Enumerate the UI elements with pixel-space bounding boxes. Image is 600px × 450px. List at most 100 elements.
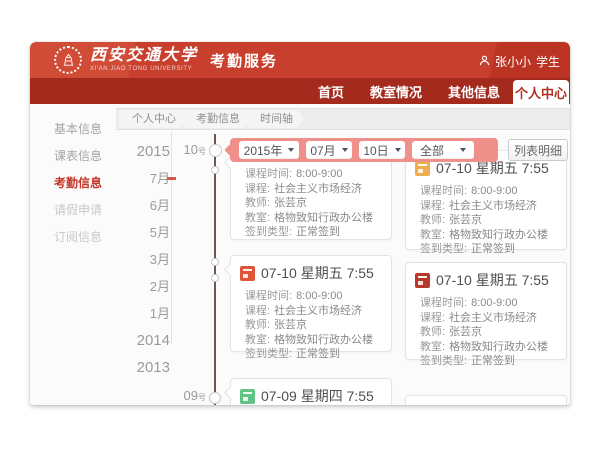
card-field-value: 社会主义市场经济	[274, 183, 362, 195]
breadcrumb: 个人中心考勤信息时间轴	[116, 108, 570, 130]
attendance-card-L3: 07-09 星期四 7:55课程时间:8:00-9:00课程:社会主义市场经济教…	[230, 378, 392, 405]
card-field-row: 课程时间: 8:00-9:00	[245, 167, 383, 182]
timeline-year-item-2[interactable]: 6月	[122, 192, 170, 219]
filter-year-value: 2015年	[244, 142, 283, 159]
sidebar: 基本信息课表信息考勤信息请假申请订阅信息	[30, 116, 116, 251]
filter-day-dropdown[interactable]: 10日	[359, 141, 405, 159]
card-field-row: 教师: 张芸京	[420, 325, 558, 340]
day-marker-suffix: 号	[198, 147, 206, 156]
card-field-label: 教室:	[245, 334, 270, 346]
timeline-axis	[214, 134, 216, 405]
card-field-value: 格物致知行政办公楼	[449, 229, 548, 241]
university-name: 西安交通大学 XI'AN JIAO TONG UNIVERSITY	[90, 48, 198, 72]
card-field-row: 教师:张芸京	[245, 196, 383, 211]
breadcrumb-segment-2[interactable]: 时间轴	[247, 110, 304, 128]
caret-down-icon	[395, 148, 401, 152]
timeline-year-item-5[interactable]: 2月	[122, 273, 170, 300]
attendance-card-R3	[405, 395, 567, 405]
card-field-row: 课程:社会主义市场经济	[420, 199, 558, 214]
card-header: 07-10 星期五 7:55	[231, 256, 391, 286]
card-field-row: 课程时间:8:00-9:00	[245, 289, 383, 304]
nav-link-2[interactable]: 其他信息	[448, 82, 500, 101]
person-icon	[479, 55, 490, 69]
app-window: 西安交通大学 XI'AN JIAO TONG UNIVERSITY 考勤服务 张…	[30, 42, 570, 405]
card-field-label: 教师:	[420, 326, 445, 338]
card-field-value: 社会主义市场经济	[449, 312, 537, 324]
day-marker-number: 09	[184, 388, 198, 403]
content-area: 基本信息课表信息考勤信息请假申请订阅信息 个人中心考勤信息时间轴 20157月6…	[30, 104, 570, 405]
signin-record-icon	[415, 161, 430, 176]
card-field-label: 签到类型:	[420, 243, 467, 255]
timeline-year-item-0[interactable]: 2015	[122, 138, 170, 165]
card-field-row: 签到类型:正常签到	[420, 242, 558, 257]
sidebar-item-3[interactable]: 请假申请	[30, 197, 116, 224]
card-date-label: 07-10 星期五 7:55	[436, 270, 549, 290]
sidebar-item-1[interactable]: 课表信息	[30, 143, 116, 170]
sidebar-item-4[interactable]: 订阅信息	[30, 224, 116, 251]
timeline-year-item-6[interactable]: 1月	[122, 300, 170, 327]
card-field-label: 课程:	[420, 200, 445, 212]
card-field-value: 正常签到	[471, 355, 515, 367]
card-field-label: 课程:	[420, 312, 445, 324]
card-field-value: 社会主义市场经济	[274, 305, 362, 317]
timeline-node-2	[211, 258, 219, 266]
card-field-label: 课程:	[245, 305, 270, 317]
year-rail-line	[171, 132, 172, 344]
card-field-row: 课程时间:8:00-9:00	[420, 184, 558, 199]
card-body: 课程时间:8:00-9:00课程:社会主义市场经济教师:张芸京教室:格物致知行政…	[406, 181, 566, 265]
card-field-value: 8:00-9:00	[296, 168, 342, 180]
user-account[interactable]: 张小小 学生	[479, 53, 560, 70]
card-field-value: 张芸京	[274, 197, 307, 209]
nav-link-1[interactable]: 教室情况	[370, 82, 422, 101]
filter-scope-value: 全部	[420, 142, 444, 159]
university-name-cn: 西安交通大学	[90, 48, 198, 64]
card-field-label: 教室:	[420, 229, 445, 241]
card-field-row: 课程: 社会主义市场经济	[420, 311, 558, 326]
timeline-year-item-1[interactable]: 7月	[122, 165, 170, 192]
nav-link-0[interactable]: 首页	[318, 82, 344, 101]
card-field-row: 教师:张芸京	[245, 318, 383, 333]
card-field-value: 格物致知行政办公楼	[449, 341, 548, 353]
card-field-value: 格物致知行政办公楼	[274, 212, 373, 224]
timeline-node-0	[209, 144, 222, 157]
nav-tab-active[interactable]: 个人中心	[513, 80, 569, 104]
timeline-day-marker-1: 09号	[174, 388, 206, 403]
card-field-row: 教室:格物致知行政办公楼	[420, 340, 558, 355]
card-field-row: 签到类型:正常签到	[420, 354, 558, 369]
card-field-label: 课程时间:	[420, 297, 467, 309]
timeline-year-item-4[interactable]: 3月	[122, 246, 170, 273]
signin-record-icon	[415, 273, 430, 288]
breadcrumb-segment-1[interactable]: 考勤信息	[183, 110, 251, 128]
card-field-value: 张芸京	[449, 326, 482, 338]
timeline-node-1	[211, 166, 219, 174]
filter-year-dropdown[interactable]: 2015年	[239, 141, 299, 159]
card-field-row: 教室:格物致知行政办公楼	[245, 333, 383, 348]
timeline-node-3	[211, 274, 219, 282]
breadcrumb-segment-0[interactable]: 个人中心	[119, 110, 187, 128]
card-field-label: 签到类型:	[245, 226, 292, 238]
card-field-label: 课程时间:	[245, 168, 292, 180]
signin-record-icon	[240, 266, 255, 281]
card-field-label: 课程:	[245, 183, 270, 195]
list-detail-button[interactable]: 列表明细	[508, 139, 568, 161]
university-logo-icon	[54, 46, 82, 74]
day-marker-number: 10	[184, 142, 198, 157]
filter-month-dropdown[interactable]: 07月	[306, 141, 352, 159]
card-header: 07-10 星期五 7:55	[406, 263, 566, 293]
main-navbar: 首页 教室情况 其他信息 个人中心	[30, 78, 570, 104]
attendance-card-R1: 07-10 星期五 7:55课程时间:8:00-9:00课程:社会主义市场经济教…	[405, 150, 567, 250]
card-date-label: 07-09 星期四 7:55	[261, 386, 374, 405]
sidebar-item-0[interactable]: 基本信息	[30, 116, 116, 143]
timeline-year-item-7[interactable]: 2014	[122, 327, 170, 354]
university-name-en: XI'AN JIAO TONG UNIVERSITY	[90, 66, 198, 72]
card-field-label: 课程时间:	[245, 290, 292, 302]
timeline-year-item-8[interactable]: 2013	[122, 354, 170, 381]
filter-scope-dropdown[interactable]: 全部	[412, 141, 474, 159]
card-field-label: 教室:	[245, 212, 270, 224]
service-title: 考勤服务	[210, 50, 278, 71]
card-field-value: 正常签到	[296, 348, 340, 360]
card-field-label: 签到类型:	[245, 348, 292, 360]
timeline-year-item-3[interactable]: 5月	[122, 219, 170, 246]
card-field-row: 教室: 格物致知行政办公楼	[420, 228, 558, 243]
sidebar-item-2[interactable]: 考勤信息	[30, 170, 116, 197]
